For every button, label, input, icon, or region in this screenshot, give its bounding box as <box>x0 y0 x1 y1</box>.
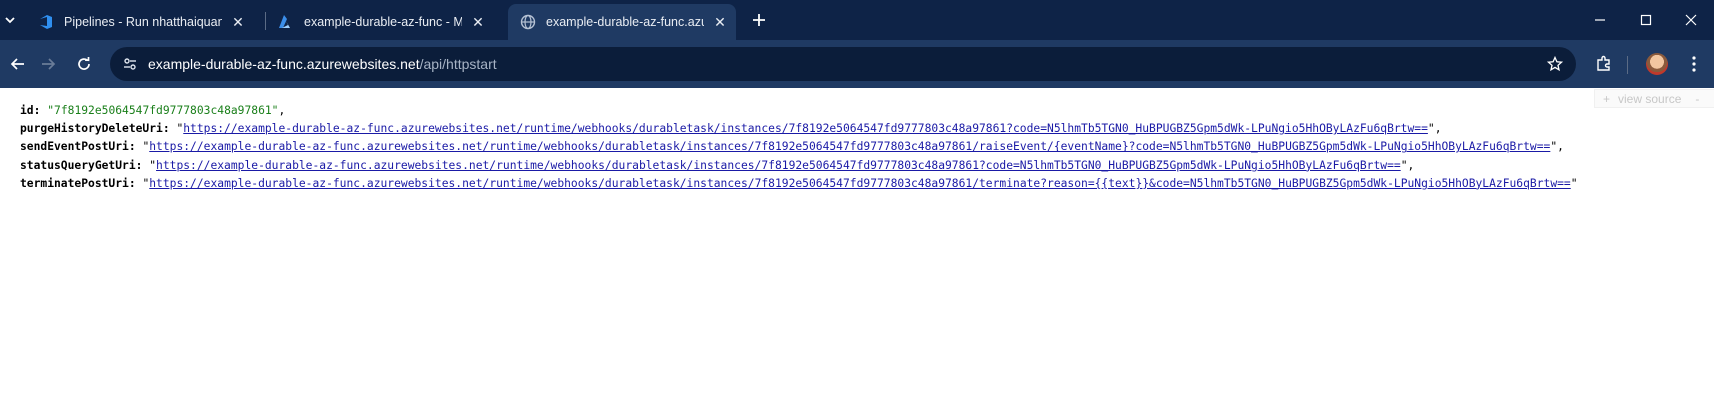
plus-icon <box>753 14 765 26</box>
json-value-id: "7f8192e5064547fd9777803c48a97861" <box>47 104 279 117</box>
url-text: example-durable-az-func.azurewebsites.ne… <box>148 56 497 72</box>
tab-search-button[interactable] <box>0 5 20 35</box>
azure-icon <box>278 14 294 30</box>
send-event-link[interactable]: https://example-durable-az-func.azureweb… <box>149 140 1550 153</box>
bookmark-star-icon[interactable] <box>1546 55 1564 73</box>
purge-history-link[interactable]: https://example-durable-az-func.azureweb… <box>183 122 1428 135</box>
menu-button[interactable] <box>1684 52 1704 76</box>
tab-title: example-durable-az-func.azurewebsites.ne… <box>546 15 704 29</box>
profile-button[interactable] <box>1645 52 1669 76</box>
tab-divider <box>265 12 266 30</box>
close-window-button[interactable] <box>1668 0 1714 40</box>
arrow-left-icon <box>10 58 24 70</box>
minus-icon: - <box>1695 91 1700 106</box>
tab-pipelines[interactable]: Pipelines - Run nhatthaiquang-devops-ci … <box>28 4 260 40</box>
close-icon[interactable]: ✕ <box>230 14 246 30</box>
json-viewer: id: "7f8192e5064547fd9777803c48a97861", … <box>20 104 1578 190</box>
toolbar-divider <box>1627 56 1628 74</box>
forward-button[interactable] <box>36 52 60 76</box>
json-key-purge: purgeHistoryDeleteUri <box>20 122 163 136</box>
address-bar[interactable]: example-durable-az-func.azurewebsites.ne… <box>110 47 1576 81</box>
new-tab-button[interactable] <box>748 8 770 32</box>
json-key-sendevent: sendEventPostUri <box>20 140 129 154</box>
reload-button[interactable] <box>72 52 96 76</box>
json-key-status: statusQueryGetUri <box>20 158 136 172</box>
json-key-id: id <box>20 104 34 117</box>
url-host: example-durable-az-func.azurewebsites.ne… <box>148 56 420 72</box>
plus-icon: + <box>1603 91 1611 106</box>
reload-icon <box>78 57 90 70</box>
tab-active-httpstart[interactable]: example-durable-az-func.azurewebsites.ne… <box>508 4 736 40</box>
arrow-right-icon <box>42 58 56 70</box>
maximize-icon <box>1640 14 1652 26</box>
tab-azure-portal[interactable]: example-durable-az-func - Microsoft Azur… <box>268 4 504 40</box>
tab-strip: Pipelines - Run nhatthaiquang-devops-ci … <box>0 0 1714 40</box>
site-info-icon[interactable] <box>122 56 138 72</box>
close-icon <box>1685 14 1697 26</box>
page-content: + view source - id: "7f8192e5064547fd977… <box>0 88 1714 405</box>
json-key-terminate: terminatePostUri <box>20 176 129 190</box>
minimize-icon <box>1595 19 1605 21</box>
minimize-button[interactable] <box>1577 0 1623 40</box>
chevron-down-icon <box>5 17 15 24</box>
more-vertical-icon <box>1692 56 1696 72</box>
view-source-label: view source <box>1618 91 1682 106</box>
maximize-button[interactable] <box>1623 0 1669 40</box>
puzzle-icon <box>1597 55 1610 71</box>
browser-toolbar: example-durable-az-func.azurewebsites.ne… <box>0 40 1714 88</box>
status-query-link[interactable]: https://example-durable-az-func.azureweb… <box>156 159 1401 172</box>
close-icon[interactable]: ✕ <box>712 14 728 30</box>
globe-icon <box>520 14 536 30</box>
terminate-link[interactable]: https://example-durable-az-func.azureweb… <box>149 177 1570 190</box>
tab-title: example-durable-az-func - Microsoft Azur… <box>304 15 462 29</box>
close-icon[interactable]: ✕ <box>470 14 486 30</box>
back-button[interactable] <box>6 52 30 76</box>
azure-devops-icon <box>38 14 54 30</box>
extensions-button[interactable] <box>1592 52 1616 76</box>
view-source-toggle[interactable]: + view source - <box>1594 89 1714 108</box>
avatar <box>1646 53 1668 75</box>
tab-title: Pipelines - Run nhatthaiquang-devops-ci <box>64 15 222 29</box>
url-path: /api/httpstart <box>419 56 497 72</box>
